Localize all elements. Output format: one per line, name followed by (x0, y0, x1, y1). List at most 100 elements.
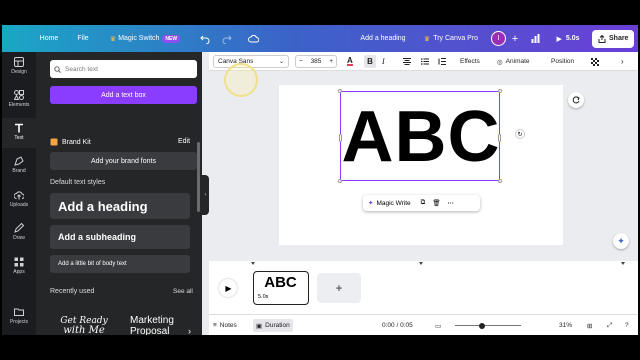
timeline-markers (251, 262, 625, 265)
add-text-box-label: Add a text box (101, 91, 146, 99)
rotate-handle[interactable]: ↻ (515, 129, 525, 139)
collapse-panel-handle[interactable]: ‹ (202, 175, 209, 215)
brand-kit-edit-link[interactable]: Edit (178, 138, 190, 145)
file-menu[interactable]: File (70, 25, 96, 52)
side-handle[interactable] (339, 134, 342, 142)
recent-template-2-line1: Marketing (130, 315, 174, 326)
italic-button[interactable]: I (382, 52, 385, 71)
rail-label: Projects (9, 319, 29, 325)
help-icon[interactable]: ? (625, 315, 629, 335)
heading-style-label: Add a heading (58, 198, 148, 214)
list-button[interactable] (421, 52, 429, 71)
assistant-button[interactable]: ✦ (613, 233, 629, 249)
position-button[interactable]: Position (551, 52, 574, 71)
font-size-stepper[interactable]: − 385 + (295, 55, 337, 68)
selected-text-box[interactable]: ABC (338, 89, 502, 183)
rail-item-elements[interactable]: Elements (2, 85, 36, 115)
bold-button[interactable]: B (364, 55, 376, 68)
add-collaborator-button[interactable]: + (508, 25, 522, 52)
add-page-button[interactable]: + (317, 273, 361, 303)
see-all-link[interactable]: See all (173, 288, 193, 295)
rail-item-apps[interactable]: Apps (2, 252, 36, 282)
resize-handle[interactable] (498, 89, 502, 93)
plus-icon[interactable]: + (329, 58, 333, 65)
resize-handle[interactable] (498, 179, 502, 183)
add-text-box-button[interactable]: Add a text box (50, 86, 197, 104)
brand-icon (14, 156, 24, 166)
add-brand-fonts-button[interactable]: Add your brand fonts (50, 152, 197, 170)
refresh-button[interactable] (568, 92, 584, 108)
text-icon (15, 123, 23, 133)
animate-button[interactable]: ◎ Animate (497, 52, 530, 71)
rail-label: Text (14, 135, 24, 141)
crown-icon: ♛ (423, 35, 431, 43)
analytics-button[interactable] (528, 25, 542, 52)
recent-template-2[interactable]: Marketing Proposal (130, 308, 196, 335)
zoom-slider[interactable] (455, 322, 521, 329)
rail-item-text[interactable]: Text (2, 118, 36, 148)
fullscreen-icon[interactable]: ⤢ (607, 315, 612, 335)
rail-item-draw[interactable]: Draw (2, 218, 36, 248)
screen-icon[interactable]: ▭ (435, 315, 441, 335)
align-button[interactable] (403, 52, 411, 71)
rail-item-uploads[interactable]: Uploads (2, 185, 36, 215)
notes-label: Notes (219, 322, 237, 329)
share-icon (598, 34, 606, 43)
share-button[interactable]: Share (592, 29, 635, 48)
plus-icon: + (511, 32, 519, 45)
plus-icon: + (335, 281, 343, 295)
bar-chart-icon (531, 34, 539, 43)
undo-button[interactable] (198, 25, 212, 52)
present-button[interactable]: ▶ 5.0s (550, 25, 586, 52)
home-button[interactable]: Home (32, 25, 66, 52)
minus-icon[interactable]: − (299, 58, 303, 65)
grid-view-icon[interactable]: ⊞ (587, 315, 592, 335)
spacing-button[interactable] (438, 52, 446, 71)
panel-scrollbar[interactable] (197, 142, 200, 212)
resize-handle[interactable] (338, 89, 342, 93)
redo-icon (222, 35, 232, 44)
text-toolbar: Canva Sans ⌄ − 385 + A B I Effects ◎ Ani… (209, 52, 638, 71)
avatar[interactable]: I (490, 25, 507, 52)
cloud-save-button[interactable] (246, 25, 260, 52)
notes-icon: ≡ (213, 322, 217, 329)
magic-switch-button[interactable]: ♛ Magic Switch NEW (106, 25, 184, 52)
text-color-button[interactable]: A (347, 52, 353, 71)
rail-item-brand[interactable]: Brand (2, 151, 36, 181)
zoom-level[interactable]: 31% (559, 315, 572, 335)
brand-kit-edit-label: Edit (178, 138, 191, 145)
transparency-button[interactable] (591, 52, 599, 71)
chevron-right-icon[interactable]: › (188, 326, 191, 335)
recent-template-1[interactable]: Get Ready with Me (50, 308, 118, 335)
notes-button[interactable]: ≡ Notes (213, 315, 237, 335)
rail-item-design[interactable]: Design (2, 52, 36, 82)
design-page[interactable]: ABC ↻ ✦ Magic Write ⧉ 🗑 ··· (279, 85, 563, 245)
resize-handle[interactable] (338, 179, 342, 183)
zoom-slider-knob[interactable] (479, 322, 485, 329)
draw-icon (14, 223, 24, 233)
timeline-clip[interactable]: ABC 5.0s (253, 271, 309, 305)
duration-button[interactable]: ▣ Duration (253, 319, 293, 332)
side-handle[interactable] (498, 134, 501, 142)
play-button[interactable]: ▶ (219, 279, 237, 297)
home-label: Home (39, 35, 59, 42)
body-text-style[interactable]: Add a little bit of body text (50, 255, 190, 273)
try-pro-button[interactable]: ♛ Try Canva Pro (420, 25, 482, 52)
heading-style[interactable]: Add a heading (50, 193, 190, 219)
canvas-text[interactable]: ABC (341, 92, 501, 182)
subheading-style[interactable]: Add a subheading (50, 225, 190, 249)
more-options-button[interactable]: › (621, 52, 624, 71)
document-title[interactable]: Add a heading (352, 25, 414, 52)
more-icon[interactable]: ··· (448, 200, 455, 207)
effects-button[interactable]: Effects (460, 52, 480, 71)
font-size-value[interactable]: 385 (311, 58, 322, 65)
text-panel: Search text Add a text box Brand Kit Edi… (36, 52, 202, 335)
delete-icon[interactable]: 🗑 (432, 199, 440, 207)
cursor-highlight (224, 63, 258, 97)
search-input[interactable]: Search text (50, 60, 197, 78)
rail-item-projects[interactable]: Projects (2, 302, 36, 332)
redo-button[interactable] (220, 25, 234, 52)
new-badge: NEW (162, 34, 181, 43)
duplicate-icon[interactable]: ⧉ (421, 199, 426, 207)
magic-write-button[interactable]: Magic Write (376, 200, 410, 207)
